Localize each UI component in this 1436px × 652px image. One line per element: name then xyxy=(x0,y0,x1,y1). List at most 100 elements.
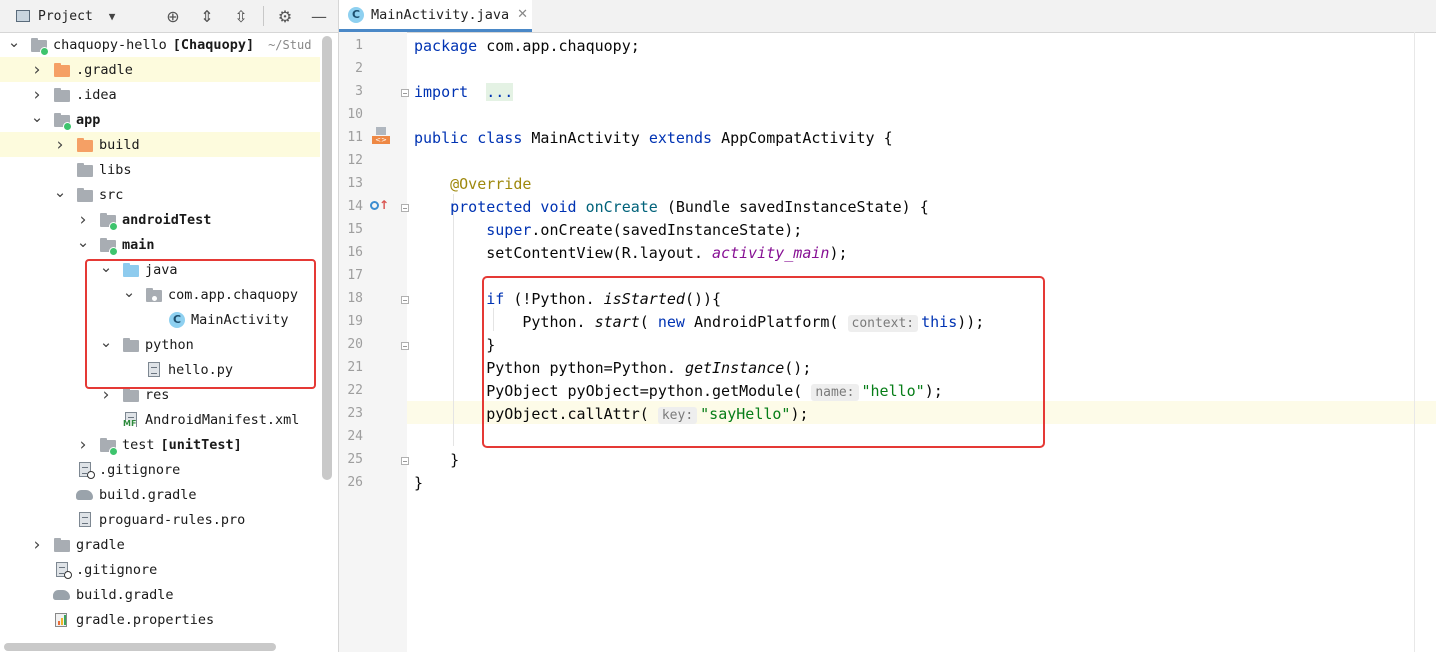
minimize-icon[interactable]: — xyxy=(309,6,329,26)
chevron-down-icon[interactable]: ⌄ xyxy=(31,108,44,126)
code-token: package xyxy=(414,37,478,55)
code-line[interactable]: Python. start( new AndroidPlatform( cont… xyxy=(414,311,984,334)
expand-all-icon[interactable]: ⇕ xyxy=(197,6,217,26)
code-token: if xyxy=(486,290,505,308)
tree-item-label: chaquopy-hello xyxy=(53,36,167,53)
gradle-icon xyxy=(53,587,71,603)
fold-marker[interactable] xyxy=(401,296,409,304)
code-token: (Bundle savedInstanceState) { xyxy=(666,198,929,216)
chevron-down-icon[interactable]: ⌄ xyxy=(54,183,67,201)
tree-item[interactable]: build.gradle xyxy=(0,482,320,507)
chevron-down-icon[interactable]: ⌄ xyxy=(8,33,21,51)
code-line[interactable]: protected void onCreate (Bundle savedIns… xyxy=(414,196,929,219)
code-line[interactable]: PyObject pyObject=python.getModule( name… xyxy=(414,380,943,403)
code-token: "hello" xyxy=(861,382,925,400)
tree-item[interactable]: .gitignore xyxy=(0,457,320,482)
tree-item[interactable]: gradle.properties xyxy=(0,607,320,632)
collapse-all-icon[interactable]: ⇳ xyxy=(231,6,251,26)
code-token: extends xyxy=(648,129,713,147)
vertical-scrollbar[interactable] xyxy=(322,36,332,480)
code-line[interactable]: import ... xyxy=(414,81,514,104)
chevron-right-icon[interactable]: › xyxy=(31,535,43,555)
tree-item-label: libs xyxy=(99,161,132,178)
fold-marker[interactable] xyxy=(401,342,409,350)
tree-item[interactable]: ⌄ src xyxy=(0,182,320,207)
code-line[interactable]: public class MainActivity extends AppCom… xyxy=(414,127,893,150)
code-token: )); xyxy=(957,313,985,331)
tree-item[interactable]: proguard-rules.pro xyxy=(0,507,320,532)
horizontal-scrollbar[interactable] xyxy=(4,643,276,651)
close-icon[interactable]: ✕ xyxy=(517,7,528,22)
chevron-right-icon[interactable]: › xyxy=(77,435,89,455)
code-line[interactable]: @Override xyxy=(414,173,531,196)
code-line[interactable]: if (!Python. isStarted()){ xyxy=(414,288,721,311)
tree-item[interactable]: › .gradle xyxy=(0,57,320,82)
chevron-down-icon[interactable]: ⌄ xyxy=(123,283,136,301)
chevron-down-icon[interactable]: ⌄ xyxy=(100,258,113,276)
code-token: start xyxy=(594,313,640,331)
tab-mainactivity[interactable]: C MainActivity.java ✕ xyxy=(339,0,532,32)
chevron-right-icon[interactable]: › xyxy=(77,210,89,230)
tree-item[interactable]: libs xyxy=(0,157,320,182)
tree-item[interactable]: ⌄ com.app.chaquopy xyxy=(0,282,320,307)
tree-item[interactable]: ⌄ main xyxy=(0,232,320,257)
code-line[interactable]: } xyxy=(414,449,459,472)
code-token: ... xyxy=(486,83,514,101)
chevron-right-icon[interactable]: › xyxy=(54,135,66,155)
fold-marker[interactable] xyxy=(401,89,409,97)
code-token: getInstance xyxy=(684,359,785,377)
fold-marker[interactable] xyxy=(401,457,409,465)
folder-icon xyxy=(76,162,94,178)
tree-item[interactable]: ⌄ app xyxy=(0,107,320,132)
implemented-interface-icon[interactable]: <> xyxy=(372,127,390,145)
tree-item[interactable]: › test [unitTest] xyxy=(0,432,320,457)
chevron-right-icon[interactable]: › xyxy=(31,85,43,105)
source-folder-icon xyxy=(122,262,140,278)
code-line[interactable]: package com.app.chaquopy; xyxy=(414,35,640,58)
locate-icon[interactable]: ⊕ xyxy=(163,6,183,26)
project-view-selector[interactable]: Project ▼ xyxy=(16,7,115,25)
line-number: 2 xyxy=(355,61,363,76)
tree-item[interactable]: › build xyxy=(0,132,320,157)
tree-item-label: build.gradle xyxy=(99,486,197,503)
tree-item[interactable]: ⌄ java xyxy=(0,257,320,282)
tree-item-tag: [Chaquopy] xyxy=(172,36,255,53)
code-area[interactable]: package com.app.chaquopy; import ... publi… xyxy=(414,32,1424,652)
tree-item[interactable]: ⌄ chaquopy-hello [Chaquopy] ~/Stud xyxy=(0,32,320,57)
tree-item[interactable]: hello.py xyxy=(0,357,320,382)
code-line[interactable]: Python python=Python. getInstance(); xyxy=(414,357,811,380)
project-tree: ⌄ chaquopy-hello [Chaquopy] ~/Stud › .gradle ›… xyxy=(0,32,320,640)
gear-icon[interactable]: ⚙ xyxy=(275,6,295,26)
code-line[interactable]: } xyxy=(414,334,495,357)
tree-item[interactable]: › gradle xyxy=(0,532,320,557)
code-line[interactable]: super.onCreate(savedInstanceState); xyxy=(414,219,802,242)
code-token: "sayHello" xyxy=(700,405,791,423)
chevron-right-icon[interactable]: › xyxy=(31,60,43,80)
tree-item[interactable]: › androidTest xyxy=(0,207,320,232)
code-line[interactable]: pyObject.callAttr( key: "sayHello"); xyxy=(414,403,809,426)
tree-item[interactable]: ⌄ python xyxy=(0,332,320,357)
code-token: MainActivity xyxy=(531,129,640,147)
chevron-right-icon[interactable]: › xyxy=(100,385,112,405)
tree-item[interactable]: build.gradle xyxy=(0,582,320,607)
chevron-down-icon[interactable]: ⌄ xyxy=(100,333,113,351)
tree-item[interactable]: .gitignore xyxy=(0,557,320,582)
module-folder-icon xyxy=(99,437,118,456)
code-token: PyObject pyObject=python.getModule( xyxy=(486,382,803,400)
tree-item[interactable]: MF AndroidManifest.xml xyxy=(0,407,320,432)
tree-item[interactable]: › res xyxy=(0,382,320,407)
chevron-down-icon[interactable]: ⌄ xyxy=(77,233,90,251)
code-token: onCreate xyxy=(585,198,658,216)
tree-item[interactable]: C MainActivity xyxy=(0,307,320,332)
code-line[interactable]: } xyxy=(414,472,423,495)
fold-marker[interactable] xyxy=(401,204,409,212)
tree-item[interactable]: › .idea xyxy=(0,82,320,107)
override-method-icon[interactable]: ↑ xyxy=(370,198,389,214)
code-line[interactable]: setContentView(R.layout. activity_main); xyxy=(414,242,847,265)
tree-item-label: MainActivity xyxy=(191,311,289,328)
tree-item-label: app xyxy=(76,111,101,128)
code-token: AndroidPlatform( xyxy=(693,313,839,331)
